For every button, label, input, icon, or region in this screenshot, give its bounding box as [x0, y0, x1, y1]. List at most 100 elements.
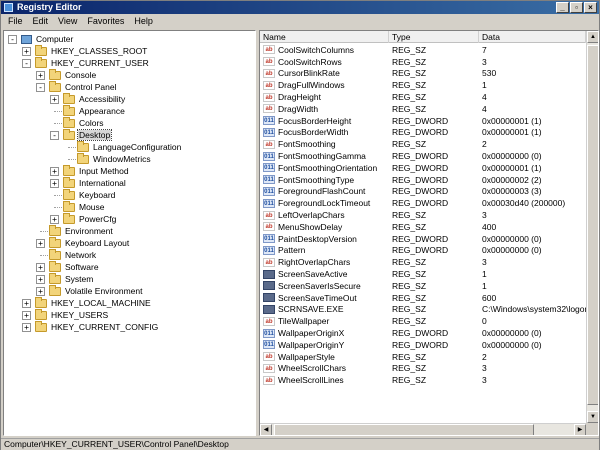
vertical-scrollbar[interactable]: ▲ ▼ — [586, 31, 598, 423]
table-row[interactable]: ab CoolSwitchColumns REG_SZ 7 — [260, 44, 586, 56]
table-row[interactable]: 011 ForegroundLockTimeout REG_DWORD 0x00030… — [260, 197, 586, 209]
table-row[interactable]: ab DragHeight REG_SZ 4 — [260, 91, 586, 103]
tree-node[interactable]: HKEY_LOCAL_MACHINE — [35, 296, 152, 309]
scroll-left-arrow-icon[interactable]: ◀ — [260, 424, 272, 435]
table-row[interactable]: ab FontSmoothing REG_SZ 2 — [260, 138, 586, 150]
expand-plus-icon[interactable]: + — [22, 311, 31, 320]
tree-node[interactable]: Keyboard — [63, 188, 116, 201]
table-row[interactable]: 011 ForegroundFlashCount REG_DWORD 0x000000… — [260, 186, 586, 198]
value-name-cell: ab WheelScrollLines — [260, 375, 389, 385]
expand-plus-icon[interactable]: + — [50, 179, 59, 188]
table-row[interactable]: ab CursorBlinkRate REG_SZ 530 — [260, 68, 586, 80]
collapse-minus-icon[interactable]: - — [50, 131, 59, 140]
menu-file[interactable]: File — [3, 14, 28, 28]
column-header-data[interactable]: Data — [479, 31, 586, 43]
expand-plus-icon[interactable]: + — [36, 239, 45, 248]
expand-plus-icon[interactable]: + — [50, 167, 59, 176]
binary-value-icon: 011 — [263, 163, 275, 173]
table-row[interactable]: ab WheelScrollChars REG_SZ 3 — [260, 363, 586, 375]
tree-node[interactable]: International — [63, 176, 127, 189]
key-tree-pane[interactable]: - Computer + HKEY_CLASSES_ROOT - HKEY_CURRENT… — [3, 30, 256, 436]
table-row[interactable]: 011 WallpaperOriginX REG_DWORD 0x00000000 (… — [260, 327, 586, 339]
expand-plus-icon[interactable]: + — [50, 95, 59, 104]
expand-plus-icon[interactable]: + — [22, 323, 31, 332]
scroll-up-arrow-icon[interactable]: ▲ — [587, 31, 598, 43]
tree-node[interactable]: Appearance — [63, 104, 126, 117]
table-row[interactable]: 011 FontSmoothingOrientation REG_DWORD 0x00… — [260, 162, 586, 174]
table-row[interactable]: 011 FocusBorderHeight REG_DWORD 0x00000001 … — [260, 115, 586, 127]
tree-node[interactable]: HKEY_CURRENT_USER — [35, 56, 150, 69]
folder-icon — [35, 44, 47, 56]
tree-node[interactable]: WindowMetrics — [77, 152, 152, 165]
table-row[interactable]: ScreenSaverIsSecure REG_SZ 1 — [260, 280, 586, 292]
maximize-button[interactable]: ▫ — [570, 2, 583, 13]
tree-node[interactable]: Computer — [21, 33, 74, 45]
table-row[interactable]: 011 FontSmoothingType REG_DWORD 0x00000002 … — [260, 174, 586, 186]
tree-node[interactable]: Mouse — [63, 200, 106, 213]
collapse-minus-icon[interactable]: - — [36, 83, 45, 92]
expand-plus-icon[interactable]: + — [36, 275, 45, 284]
table-row[interactable]: 011 Pattern REG_DWORD 0x00000000 (0) — [260, 245, 586, 257]
expand-plus-icon[interactable]: + — [36, 71, 45, 80]
table-row[interactable]: SCRNSAVE.EXE REG_SZ C:\Windows\system32\lo… — [260, 304, 586, 316]
tree-node[interactable]: Accessibility — [63, 92, 126, 105]
tree-node[interactable]: Desktop — [63, 128, 113, 141]
table-row[interactable]: ab MenuShowDelay REG_SZ 400 — [260, 221, 586, 233]
table-row[interactable]: ab LeftOverlapChars REG_SZ 3 — [260, 209, 586, 221]
table-row[interactable]: ab TileWallpaper REG_SZ 0 — [260, 315, 586, 327]
value-type: REG_DWORD — [392, 245, 449, 256]
horizontal-scrollbar[interactable]: ◀ ▶ — [260, 423, 586, 435]
tree-node[interactable]: LanguageConfiguration — [77, 140, 182, 153]
column-header-type[interactable]: Type — [389, 31, 479, 43]
tree-node-label: Colors — [79, 118, 104, 128]
tree-node[interactable]: Keyboard Layout — [49, 236, 130, 249]
table-row[interactable]: 011 WallpaperOriginY REG_DWORD 0x00000000 (… — [260, 339, 586, 351]
tree-node[interactable]: HKEY_CLASSES_ROOT — [35, 44, 148, 57]
value-name-cell: ab TileWallpaper — [260, 316, 389, 326]
table-row[interactable]: ScreenSaveTimeOut REG_SZ 600 — [260, 292, 586, 304]
menu-help[interactable]: Help — [129, 14, 158, 28]
scroll-right-arrow-icon[interactable]: ▶ — [574, 424, 586, 435]
expand-plus-icon[interactable]: + — [36, 287, 45, 296]
tree-node[interactable]: Console — [49, 68, 97, 81]
expand-plus-icon[interactable]: + — [50, 215, 59, 224]
table-row[interactable]: ab WallpaperStyle REG_SZ 2 — [260, 351, 586, 363]
expand-plus-icon[interactable]: + — [22, 299, 31, 308]
minimize-button[interactable]: _ — [556, 2, 569, 13]
menu-favorites[interactable]: Favorites — [82, 14, 129, 28]
collapse-minus-icon[interactable]: - — [8, 35, 17, 44]
tree-node[interactable]: Input Method — [63, 164, 130, 177]
value-name: RightOverlapChars — [278, 257, 351, 268]
table-row[interactable]: 011 FontSmoothingGamma REG_DWORD 0x00000000… — [260, 150, 586, 162]
table-row[interactable]: ab WheelScrollLines REG_SZ 3 — [260, 374, 586, 386]
vertical-scroll-thumb[interactable] — [587, 45, 598, 405]
close-button[interactable]: × — [584, 2, 597, 13]
collapse-minus-icon[interactable]: - — [22, 59, 31, 68]
tree-node[interactable]: System — [49, 272, 94, 285]
tree-node[interactable]: HKEY_USERS — [35, 308, 109, 321]
menu-view[interactable]: View — [53, 14, 82, 28]
tree-node[interactable]: Control Panel — [49, 80, 118, 93]
table-row[interactable]: ab DragFullWindows REG_SZ 1 — [260, 79, 586, 91]
table-row[interactable]: 011 PaintDesktopVersion REG_DWORD 0x0000000… — [260, 233, 586, 245]
tree-node[interactable]: Colors — [63, 116, 105, 129]
menu-edit[interactable]: Edit — [28, 14, 54, 28]
expand-plus-icon[interactable]: + — [22, 47, 31, 56]
tree-node[interactable]: Volatile Environment — [49, 284, 144, 297]
tree-node[interactable]: Environment — [49, 224, 114, 237]
table-row[interactable]: 011 FocusBorderWidth REG_DWORD 0x00000001 (… — [260, 127, 586, 139]
scroll-down-arrow-icon[interactable]: ▼ — [587, 411, 598, 423]
table-row[interactable]: ScreenSaveActive REG_SZ 1 — [260, 268, 586, 280]
folder-icon — [63, 104, 75, 116]
column-header-name[interactable]: Name — [260, 31, 389, 43]
horizontal-scroll-thumb[interactable] — [274, 424, 534, 435]
tree-node[interactable]: Software — [49, 260, 100, 273]
table-row[interactable]: ab RightOverlapChars REG_SZ 3 — [260, 256, 586, 268]
title-bar[interactable]: Registry Editor _ ▫ × — [1, 1, 599, 14]
tree-node[interactable]: PowerCfg — [63, 212, 117, 225]
table-row[interactable]: ab CoolSwitchRows REG_SZ 3 — [260, 56, 586, 68]
tree-node[interactable]: HKEY_CURRENT_CONFIG — [35, 320, 159, 333]
table-row[interactable]: ab DragWidth REG_SZ 4 — [260, 103, 586, 115]
tree-node[interactable]: Network — [49, 248, 97, 261]
expand-plus-icon[interactable]: + — [36, 263, 45, 272]
